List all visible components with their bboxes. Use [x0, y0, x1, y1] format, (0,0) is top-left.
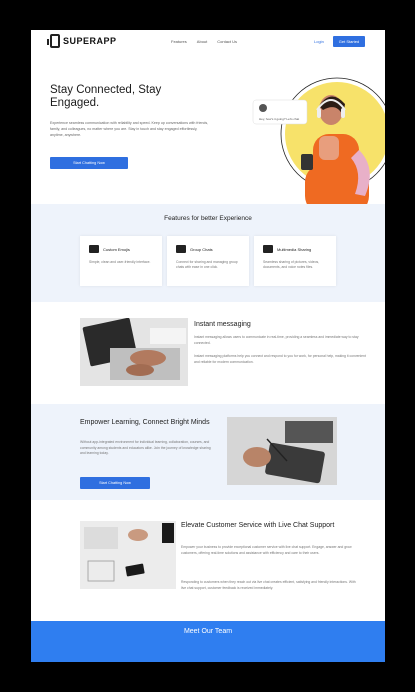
- start-chatting-button[interactable]: Start Chatting Now: [50, 157, 128, 169]
- learning-start-button[interactable]: Start Chatting Now: [80, 477, 150, 489]
- feature-card-title: Custom Emojis: [103, 246, 130, 252]
- media-share-icon: [263, 245, 273, 253]
- laptop-typing-image: [80, 318, 188, 386]
- feature-card-multimedia: Multimedia Sharing Seamless sharing of p…: [254, 236, 336, 286]
- feature-card-title: Group Chats: [190, 246, 213, 252]
- logo[interactable]: SUPERAPP: [47, 34, 117, 48]
- team-title: Meet Our Team: [183, 628, 233, 635]
- feature-card-text: Connect for sharing and managing group c…: [176, 260, 238, 269]
- support-title: Elevate Customer Service with Live Chat …: [181, 522, 335, 529]
- hero-illustration: Hey, how's it going? Let's chat: [252, 77, 385, 206]
- instant-messaging-text-2: Instant messaging platforms help you con…: [194, 354, 366, 364]
- feature-card-text: Seamless sharing of pictures, videos, do…: [263, 260, 320, 269]
- instant-messaging-text-1: Instant messaging allows users to commun…: [194, 335, 359, 345]
- get-started-button[interactable]: Get Started: [333, 36, 365, 47]
- logo-text: SUPERAPP: [63, 36, 117, 46]
- features-title: Features for better Experience: [164, 215, 252, 222]
- feature-card-group-chats: Group Chats Connect for sharing and mana…: [167, 236, 249, 286]
- support-text-1: Empower your business to provide excepti…: [181, 545, 352, 555]
- nav-links: Features About Contact Us: [171, 39, 237, 44]
- emoji-icon: [89, 245, 99, 253]
- hero-description: Experience seamless communication with r…: [50, 121, 209, 137]
- feature-card-text: Simple, clean and user-friendly interfac…: [89, 260, 151, 264]
- nav-link-features[interactable]: Features: [171, 39, 187, 44]
- instant-messaging-title: Instant messaging: [194, 321, 251, 328]
- learning-title: Empower Learning, Connect Bright Minds: [80, 419, 210, 426]
- nav-link-contact[interactable]: Contact Us: [217, 39, 237, 44]
- group-icon: [176, 245, 186, 253]
- top-nav: SUPERAPP Features About Contact Us Login…: [31, 30, 385, 54]
- tablet-drawing-image: [227, 417, 337, 485]
- chat-bubble-text: Hey, how's it going? Let's chat: [259, 117, 299, 121]
- desk-workspace-image: [80, 521, 176, 589]
- feature-card-title: Multimedia Sharing: [277, 246, 312, 252]
- learning-text: Without app-integrated environment for i…: [80, 440, 211, 456]
- hero-title: Stay Connected, Stay Engaged.: [50, 84, 162, 109]
- phone-logo-icon: [47, 34, 60, 48]
- login-link[interactable]: Login: [314, 39, 324, 44]
- landing-page: SUPERAPP Features About Contact Us Login…: [31, 30, 385, 662]
- nav-link-about[interactable]: About: [197, 39, 207, 44]
- support-text-2: Responding to customers when they reach …: [181, 580, 356, 590]
- feature-card-emojis: Custom Emojis Simple, clean and user-fri…: [80, 236, 162, 286]
